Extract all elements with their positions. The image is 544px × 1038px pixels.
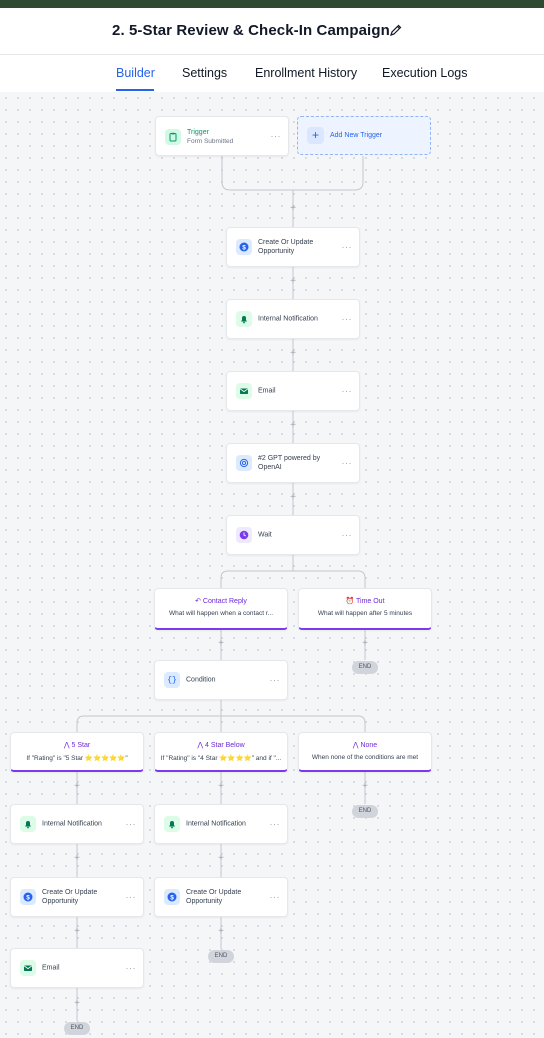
branch-subtitle: When none of the conditions are met (311, 754, 419, 761)
node-label: Email (42, 964, 60, 972)
node-label: Internal Notification (42, 820, 102, 828)
end-badge: END (64, 1022, 90, 1035)
add-step-button[interactable]: + (216, 782, 226, 792)
add-step-button[interactable]: + (360, 782, 370, 792)
email-node[interactable]: Email ··· (10, 948, 144, 988)
branch-fork-icon: ⋀ (197, 742, 205, 749)
svg-text:$: $ (26, 894, 30, 901)
branch-none[interactable]: ⋀ None When none of the conditions are m… (298, 732, 432, 772)
braces-icon: {} (164, 672, 180, 688)
add-step-button[interactable]: + (72, 782, 82, 792)
node-label: Condition (186, 676, 216, 684)
more-options-icon[interactable]: ··· (270, 675, 281, 685)
add-step-button[interactable]: + (288, 349, 298, 359)
create-update-opportunity-node[interactable]: $ Create Or Update Opportunity ··· (10, 877, 144, 917)
envelope-icon (236, 383, 252, 399)
branch-subtitle: If "Rating" is "4 Star ⭐⭐⭐⭐" and if "... (160, 755, 282, 762)
trigger-subtitle: Form Submitted (187, 138, 234, 145)
add-step-button[interactable]: + (288, 421, 298, 431)
more-options-icon[interactable]: ··· (342, 386, 353, 396)
dollar-icon: $ (20, 889, 36, 905)
more-options-icon[interactable]: ··· (271, 131, 282, 141)
more-options-icon[interactable]: ··· (342, 314, 353, 324)
branch-time-out[interactable]: ⏰ Time Out What will happen after 5 minu… (298, 588, 432, 630)
bell-icon (20, 816, 36, 832)
wait-node[interactable]: Wait ··· (226, 515, 360, 555)
internal-notification-node[interactable]: Internal Notification ··· (226, 299, 360, 339)
svg-text:$: $ (242, 244, 246, 251)
add-new-trigger-button[interactable]: + Add New Trigger (297, 116, 431, 155)
add-step-button[interactable]: + (216, 639, 226, 649)
gpt-openai-node[interactable]: #2 GPT powered by OpenAI ··· (226, 443, 360, 483)
more-options-icon[interactable]: ··· (342, 242, 353, 252)
add-step-button[interactable]: + (288, 493, 298, 503)
branch-title: ⋀ None (352, 742, 378, 749)
add-step-button[interactable]: + (216, 854, 226, 864)
more-options-icon[interactable]: ··· (342, 530, 353, 540)
add-trigger-label: Add New Trigger (330, 132, 383, 139)
node-label: Email (258, 387, 276, 395)
more-options-icon[interactable]: ··· (342, 458, 353, 468)
plus-icon: + (307, 127, 324, 144)
create-update-opportunity-node[interactable]: $ Create Or Update Opportunity ··· (154, 877, 288, 917)
node-label: Internal Notification (186, 820, 246, 828)
branch-4-star-below[interactable]: ⋀ 4 Star Below If "Rating" is "4 Star ⭐⭐… (154, 732, 288, 772)
envelope-icon (20, 960, 36, 976)
node-label: Internal Notification (258, 315, 318, 323)
branch-5-star[interactable]: ⋀ 5 Star If "Rating" is "5 Star ⭐⭐⭐⭐⭐" (10, 732, 144, 772)
bell-icon (236, 311, 252, 327)
branch-fork-icon: ⋀ (63, 742, 72, 749)
branch-title: ⋀ 5 Star (63, 742, 91, 749)
more-options-icon[interactable]: ··· (126, 963, 137, 973)
alarm-clock-icon: ⏰ (345, 598, 356, 605)
node-label: Create Or Update Opportunity (186, 889, 242, 905)
node-label: Create Or Update Opportunity (258, 239, 314, 255)
branch-title: ⋀ 4 Star Below (197, 742, 245, 749)
more-options-icon[interactable]: ··· (270, 819, 281, 829)
bell-icon (164, 816, 180, 832)
trigger-node[interactable]: Trigger Form Submitted ··· (155, 116, 289, 156)
svg-text:$: $ (170, 894, 174, 901)
reply-arrow-icon: ↶ (195, 598, 203, 605)
add-step-button[interactable]: + (360, 639, 370, 649)
clipboard-icon (165, 129, 181, 145)
add-step-button[interactable]: + (72, 999, 82, 1009)
branch-title: ⏰ Time Out (345, 598, 385, 605)
branch-contact-reply[interactable]: ↶ Contact Reply What will happen when a … (154, 588, 288, 630)
clock-icon (236, 527, 252, 543)
email-node[interactable]: Email ··· (226, 371, 360, 411)
internal-notification-node[interactable]: Internal Notification ··· (154, 804, 288, 844)
add-step-button[interactable]: + (216, 927, 226, 937)
openai-icon (236, 455, 252, 471)
create-update-opportunity-node[interactable]: $ Create Or Update Opportunity ··· (226, 227, 360, 267)
add-step-button[interactable]: + (288, 204, 298, 214)
internal-notification-node[interactable]: Internal Notification ··· (10, 804, 144, 844)
branch-subtitle: If "Rating" is "5 Star ⭐⭐⭐⭐⭐" (26, 755, 128, 762)
add-step-button[interactable]: + (288, 277, 298, 287)
node-label: Create Or Update Opportunity (42, 889, 98, 905)
branch-subtitle: What will happen after 5 minutes (317, 610, 413, 617)
add-step-button[interactable]: + (72, 854, 82, 864)
end-badge: END (352, 805, 378, 818)
node-label: Wait (258, 531, 272, 539)
end-badge: END (208, 950, 234, 963)
add-step-button[interactable]: + (72, 927, 82, 937)
trigger-title: Trigger (187, 129, 209, 136)
dollar-icon: $ (236, 239, 252, 255)
dollar-icon: $ (164, 889, 180, 905)
branch-subtitle: What will happen when a contact r... (168, 610, 274, 617)
node-label: #2 GPT powered by OpenAI (258, 455, 321, 471)
branch-title: ↶ Contact Reply (195, 598, 247, 605)
end-badge: END (352, 661, 378, 674)
more-options-icon[interactable]: ··· (126, 892, 137, 902)
condition-node[interactable]: {} Condition ··· (154, 660, 288, 700)
more-options-icon[interactable]: ··· (270, 892, 281, 902)
more-options-icon[interactable]: ··· (126, 819, 137, 829)
